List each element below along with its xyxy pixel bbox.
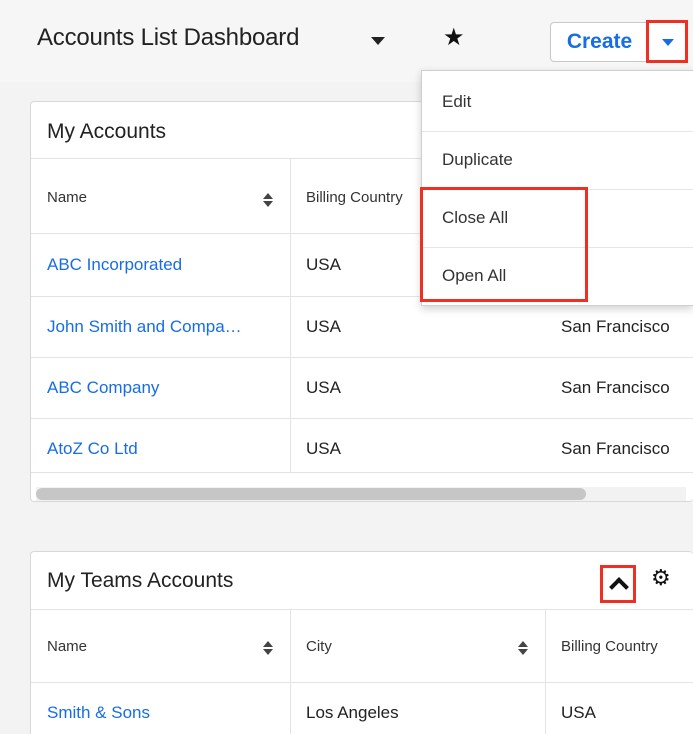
collapse-button[interactable] — [600, 565, 636, 603]
divider — [31, 682, 693, 683]
divider — [31, 472, 693, 473]
account-name-link[interactable]: ABC Company — [47, 378, 159, 398]
billing-country-cell: USA — [306, 439, 341, 458]
gear-icon[interactable]: ⚙ — [651, 567, 671, 589]
column-divider — [545, 609, 546, 734]
column-header-name[interactable]: Name — [47, 189, 87, 206]
create-button-group: Create — [550, 20, 688, 63]
city-cell: Los Angeles — [306, 703, 399, 722]
sort-icon[interactable] — [262, 641, 274, 655]
close-open-all-highlight — [420, 187, 588, 302]
menu-item-edit[interactable]: Edit — [422, 73, 693, 131]
page-title[interactable]: Accounts List Dashboard — [37, 24, 299, 52]
dashlet-title: My Teams Accounts — [47, 569, 234, 592]
account-name-link[interactable]: AtoZ Co Ltd — [47, 439, 138, 459]
billing-country-cell: USA — [306, 317, 341, 336]
dashlet-title: My Accounts — [47, 120, 167, 143]
column-divider — [290, 158, 291, 472]
create-button[interactable]: Create — [551, 23, 648, 61]
billing-country-cell: USA — [306, 378, 341, 397]
column-divider — [290, 609, 291, 734]
divider — [31, 609, 693, 610]
column-header-name[interactable]: Name — [47, 638, 87, 655]
account-name-link[interactable]: Smith & Sons — [47, 703, 150, 723]
chevron-down-icon — [662, 39, 674, 46]
city-cell: San Francisco — [561, 439, 670, 458]
city-cell: San Francisco — [561, 378, 670, 397]
city-cell: San Francisco — [561, 317, 670, 336]
sort-icon[interactable] — [517, 641, 529, 655]
title-dropdown-caret-icon[interactable] — [371, 37, 385, 45]
account-name-link[interactable]: John Smith and Compa… — [47, 317, 242, 337]
menu-item-duplicate[interactable]: Duplicate — [422, 131, 693, 189]
column-header-billing-country[interactable]: Billing Country — [306, 189, 403, 206]
billing-country-cell: USA — [561, 703, 596, 722]
scrollbar-thumb[interactable] — [36, 488, 586, 500]
sort-icon[interactable] — [262, 193, 274, 207]
divider — [31, 357, 693, 358]
create-dropdown-toggle[interactable] — [646, 20, 688, 63]
divider — [31, 418, 693, 419]
horizontal-scrollbar[interactable] — [36, 487, 686, 501]
column-header-city[interactable]: City — [306, 638, 332, 655]
billing-country-cell: USA — [306, 255, 341, 274]
favorite-star-icon[interactable]: ★ — [443, 26, 465, 50]
account-name-link[interactable]: ABC Incorporated — [47, 255, 182, 275]
column-header-billing-country[interactable]: Billing Country — [561, 638, 658, 655]
my-teams-accounts-dashlet: My Teams Accounts ⚙ Name City Billing Co… — [30, 551, 693, 734]
